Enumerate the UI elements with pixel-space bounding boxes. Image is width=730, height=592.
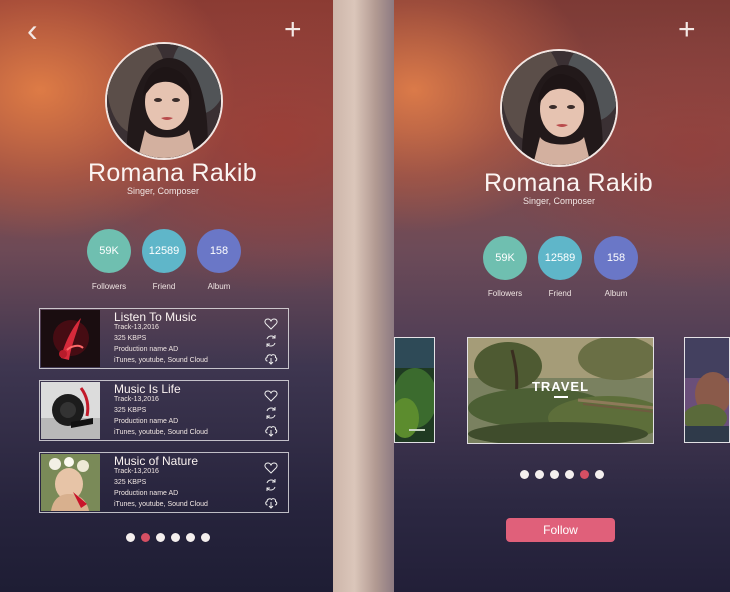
followers-count: 59K [483,236,527,280]
page-dot[interactable] [126,533,135,542]
track-actions [264,317,278,368]
followers-label: Followers [91,282,127,291]
track-cover-image [41,382,100,439]
heart-icon[interactable] [264,389,278,403]
track-platforms: iTunes, youtube, Sound Cloud [114,429,208,436]
gallery-label: TRAVEL [531,379,590,394]
page-dot-active[interactable] [580,470,589,479]
back-chevron-icon[interactable]: ‹ [27,14,38,46]
track-number: Track-13,2016 [114,468,159,475]
album-count: 158 [594,236,638,280]
friend-count: 12589 [142,229,186,273]
cloud-download-icon[interactable] [264,495,278,509]
track-item[interactable]: Music of Nature Track-13,2016 325 KBPS P… [39,452,289,513]
track-title: Listen To Music [114,310,197,324]
repeat-icon[interactable] [264,478,278,492]
gallery-card-featured[interactable]: TRAVEL [467,337,654,444]
page-dot[interactable] [535,470,544,479]
profile-role: Singer, Composer [127,186,200,196]
repeat-icon[interactable] [264,406,278,420]
gallery-card-next[interactable] [684,337,730,443]
page-dot[interactable] [520,470,529,479]
track-production: Production name AD [114,346,179,353]
track-bitrate: 325 KBPS [114,335,147,342]
plus-icon[interactable]: + [678,15,696,45]
track-bitrate: 325 KBPS [114,407,147,414]
cloud-download-icon[interactable] [264,423,278,437]
repeat-icon[interactable] [264,334,278,348]
stat-friend[interactable]: 12589 Friend [142,229,186,291]
page-dot[interactable] [171,533,180,542]
track-title: Music Is Life [114,382,181,396]
track-cover-image [41,310,100,367]
page-dot[interactable] [156,533,165,542]
page-dot[interactable] [550,470,559,479]
track-production: Production name AD [114,418,179,425]
page-dot-active[interactable] [141,533,150,542]
track-platforms: iTunes, youtube, Sound Cloud [114,501,208,508]
album-label: Album [207,282,231,291]
gallery-label-underline [554,396,568,398]
followers-count: 59K [87,229,131,273]
stat-followers[interactable]: 59K Followers [87,229,131,291]
track-title: Music of Nature [114,454,199,468]
track-bitrate: 325 KBPS [114,479,147,486]
pagination-dots [520,470,604,479]
plus-icon[interactable]: + [284,15,302,45]
right-profile-screen: + Romana Rakib Singer, Composer 59K Foll… [394,0,730,592]
friend-label: Friend [548,289,572,298]
heart-icon[interactable] [264,317,278,331]
cloud-download-icon[interactable] [264,351,278,365]
track-platforms: iTunes, youtube, Sound Cloud [114,357,208,364]
track-item[interactable]: Music Is Life Track-13,2016 325 KBPS Pro… [39,380,289,441]
followers-label: Followers [487,289,523,298]
left-profile-screen: ‹ + Romana Rakib Singer, Composer 59K Fo… [0,0,333,592]
album-label: Album [604,289,628,298]
follow-button[interactable]: Follow [506,518,615,542]
profile-role: Singer, Composer [523,196,596,206]
track-actions [264,461,278,512]
track-actions [264,389,278,440]
stat-album[interactable]: 158 Album [594,236,638,298]
album-count: 158 [197,229,241,273]
track-cover-image [41,454,100,511]
track-production: Production name AD [114,490,179,497]
heart-icon[interactable] [264,461,278,475]
avatar [500,49,618,167]
stat-followers[interactable]: 59K Followers [483,236,527,298]
track-number: Track-13,2016 [114,324,159,331]
track-number: Track-13,2016 [114,396,159,403]
friend-label: Friend [152,282,176,291]
stat-friend[interactable]: 12589 Friend [538,236,582,298]
avatar [105,42,223,160]
friend-count: 12589 [538,236,582,280]
profile-name: Romana Rakib [484,169,653,197]
page-dot[interactable] [201,533,210,542]
track-item[interactable]: Listen To Music Track-13,2016 325 KBPS P… [39,308,289,369]
screen-divider [333,0,394,592]
profile-name: Romana Rakib [88,159,257,187]
stat-album[interactable]: 158 Album [197,229,241,291]
gallery-card-previous[interactable] [394,337,435,443]
page-dot[interactable] [186,533,195,542]
pagination-dots [126,533,210,542]
page-dot[interactable] [565,470,574,479]
page-dot[interactable] [595,470,604,479]
